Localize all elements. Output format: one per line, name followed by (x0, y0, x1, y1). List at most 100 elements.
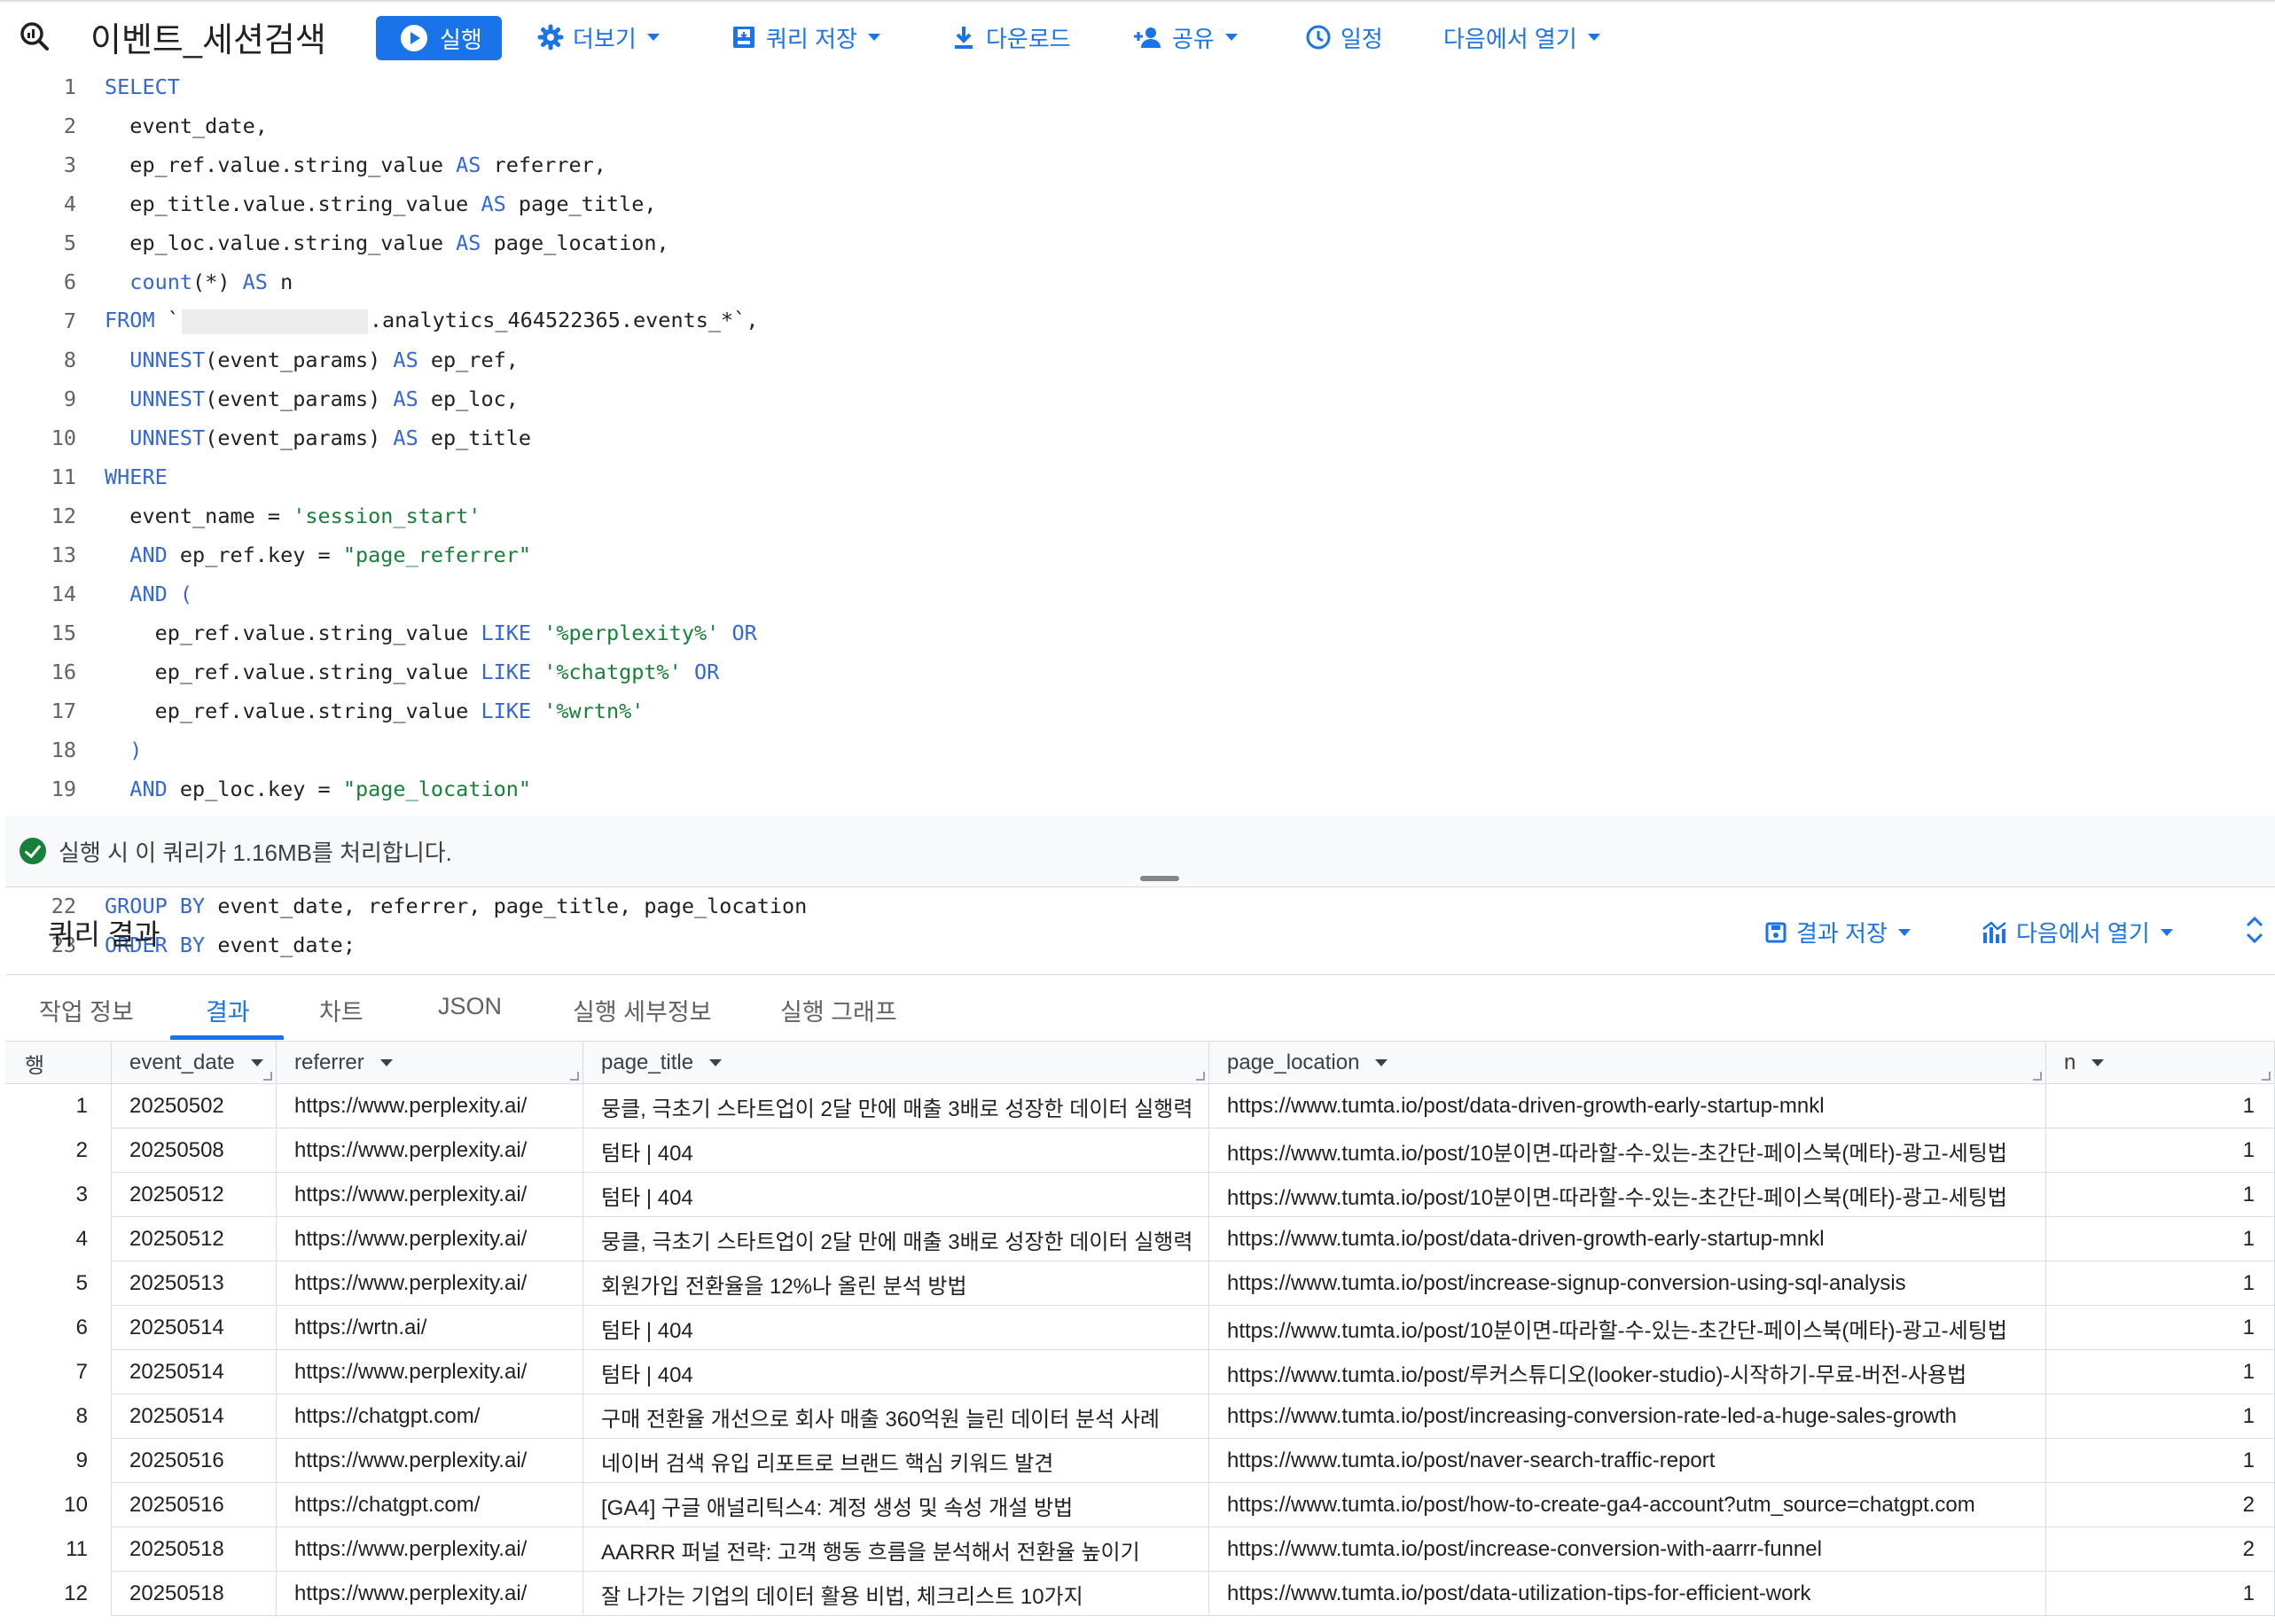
save-results-button[interactable]: 결과 저장 (1764, 916, 1911, 949)
cell-event-date[interactable]: 20250514 (112, 1350, 277, 1394)
table-row[interactable]: 1 20250502 https://www.perplexity.ai/뭉클, 극… (5, 1084, 2275, 1128)
run-button[interactable]: 실행 (376, 16, 502, 60)
cell-referrer[interactable]: https://www.perplexity.ai/ (277, 1261, 583, 1306)
sql-editor[interactable]: 1 SELECT 2 event_date, 3 ep_ref.value.strin… (5, 67, 2275, 957)
cell-page-title[interactable]: 텀타 | 404 (583, 1173, 1209, 1217)
code-line[interactable]: 17 ep_ref.value.string_value LIKE '%wrtn… (5, 695, 2275, 727)
table-row[interactable]: 4 20250512 https://www.perplexity.ai/뭉클, 극… (5, 1217, 2275, 1261)
code-line[interactable]: 8 UNNEST(event_params) AS ep_ref, (5, 344, 2275, 376)
code-line[interactable]: 6 count(*) AS n (5, 266, 2275, 298)
cell-page-title[interactable]: 구매 전환율 개선으로 회사 매출 360억원 늘린 데이터 분석 사례 (583, 1394, 1209, 1439)
cell-event-date[interactable]: 20250516 (112, 1483, 277, 1527)
results-open-in-button[interactable]: 다음에서 열기 (1981, 916, 2173, 949)
cell-referrer[interactable]: https://www.perplexity.ai/ (277, 1350, 583, 1394)
code-line[interactable]: 15 ep_ref.value.string_value LIKE '%perp… (5, 617, 2275, 649)
panel-resize-handle[interactable] (1140, 876, 1179, 881)
column-header-referrer[interactable]: referrer (277, 1042, 583, 1084)
cell-referrer[interactable]: https://www.perplexity.ai/ (277, 1128, 583, 1173)
cell-page-title[interactable]: AARRR 퍼널 전략: 고객 행동 흐름을 분석해서 전환율 높이기 (583, 1527, 1209, 1572)
cell-page-location[interactable]: https://www.tumta.io/post/increase-conve… (1209, 1527, 2046, 1572)
cell-page-title[interactable]: 네이버 검색 유입 리포트로 브랜드 핵심 키워드 발견 (583, 1439, 1209, 1483)
cell-n[interactable]: 2 (2046, 1527, 2275, 1572)
code-line[interactable]: 18 ) (5, 734, 2275, 766)
cell-page-location[interactable]: https://www.tumta.io/post/how-to-create-… (1209, 1483, 2046, 1527)
cell-referrer[interactable]: https://wrtn.ai/ (277, 1306, 583, 1350)
open-in-button[interactable]: 다음에서 열기 (1443, 20, 1600, 55)
cell-n[interactable]: 1 (2046, 1173, 2275, 1217)
tab-0[interactable]: 작업 정보 (39, 993, 134, 1027)
save-query-button[interactable]: 쿼리 저장 (731, 20, 880, 55)
column-header-event-date[interactable]: event_date (112, 1042, 277, 1084)
cell-n[interactable]: 1 (2046, 1572, 2275, 1616)
sort-caret-icon[interactable] (250, 1059, 263, 1066)
cell-event-date[interactable]: 20250518 (112, 1572, 277, 1616)
cell-page-title[interactable]: 텀타 | 404 (583, 1350, 1209, 1394)
column-resize-handle[interactable] (2033, 1072, 2042, 1081)
cell-page-location[interactable]: https://www.tumta.io/post/10분이면-따라할-수-있는… (1209, 1173, 2046, 1217)
cell-n[interactable]: 2 (2046, 1483, 2275, 1527)
cell-event-date[interactable]: 20250514 (112, 1306, 277, 1350)
column-header-page-title[interactable]: page_title (583, 1042, 1209, 1084)
cell-n[interactable]: 1 (2046, 1217, 2275, 1261)
table-row[interactable]: 10 20250516 https://chatgpt.com/[GA4] 구글 애… (5, 1483, 2275, 1527)
cell-referrer[interactable]: https://www.perplexity.ai/ (277, 1217, 583, 1261)
tab-5[interactable]: 실행 그래프 (780, 993, 897, 1027)
cell-page-title[interactable]: 회원가입 전환율을 12%나 올린 분석 방법 (583, 1261, 1209, 1306)
download-button[interactable]: 다운로드 (950, 20, 1071, 55)
sort-caret-icon[interactable] (2091, 1059, 2105, 1066)
cell-event-date[interactable]: 20250508 (112, 1128, 277, 1173)
table-row[interactable]: 8 20250514 https://chatgpt.com/구매 전환율 개선으로… (5, 1394, 2275, 1439)
table-row[interactable]: 9 20250516 https://www.perplexity.ai/네이버 검… (5, 1439, 2275, 1483)
cell-referrer[interactable]: https://www.perplexity.ai/ (277, 1439, 583, 1483)
cell-n[interactable]: 1 (2046, 1394, 2275, 1439)
expand-icon[interactable] (2243, 914, 2266, 946)
table-row[interactable]: 7 20250514 https://www.perplexity.ai/텀타 | … (5, 1350, 2275, 1394)
cell-n[interactable]: 1 (2046, 1261, 2275, 1306)
code-line[interactable]: 13 AND ep_ref.key = "page_referrer" (5, 539, 2275, 571)
cell-n[interactable]: 1 (2046, 1306, 2275, 1350)
cell-referrer[interactable]: https://www.perplexity.ai/ (277, 1173, 583, 1217)
code-line[interactable]: 19 AND ep_loc.key = "page_location" (5, 773, 2275, 805)
query-tab-title[interactable]: 이벤트_세션검색 (90, 12, 326, 61)
cell-n[interactable]: 1 (2046, 1084, 2275, 1128)
cell-n[interactable]: 1 (2046, 1128, 2275, 1173)
tab-3[interactable]: JSON (438, 993, 502, 1020)
cell-page-title[interactable]: 잘 나가는 기업의 데이터 활용 비법, 체크리스트 10가지 (583, 1572, 1209, 1616)
sort-caret-icon[interactable] (1375, 1059, 1388, 1066)
code-line[interactable]: 7 FROM ` .analytics_464522365.events_*`, (5, 305, 2275, 337)
cell-page-location[interactable]: https://www.tumta.io/post/루커스튜디오(looker-… (1209, 1350, 2046, 1394)
cell-event-date[interactable]: 20250502 (112, 1084, 277, 1128)
cell-event-date[interactable]: 20250516 (112, 1439, 277, 1483)
cell-page-location[interactable]: https://www.tumta.io/post/data-driven-gr… (1209, 1217, 2046, 1261)
column-resize-handle[interactable] (2262, 1072, 2271, 1081)
cell-page-title[interactable]: 텀타 | 404 (583, 1128, 1209, 1173)
tab-2[interactable]: 차트 (319, 993, 364, 1027)
table-row[interactable]: 6 20250514 https://wrtn.ai/텀타 | 404 https:/… (5, 1306, 2275, 1350)
code-line[interactable]: 5 ep_loc.value.string_value AS page_loca… (5, 227, 2275, 259)
cell-n[interactable]: 1 (2046, 1439, 2275, 1483)
more-button[interactable]: 더보기 (537, 20, 660, 55)
cell-event-date[interactable]: 20250514 (112, 1394, 277, 1439)
cell-page-location[interactable]: https://www.tumta.io/post/increasing-con… (1209, 1394, 2046, 1439)
column-header-page-location[interactable]: page_location (1209, 1042, 2046, 1084)
schedule-button[interactable]: 일정 (1305, 20, 1383, 55)
cell-page-location[interactable]: https://www.tumta.io/post/increase-signu… (1209, 1261, 2046, 1306)
column-header-n[interactable]: n (2046, 1042, 2275, 1084)
table-row[interactable]: 5 20250513 https://www.perplexity.ai/회원가입 … (5, 1261, 2275, 1306)
cell-page-title[interactable]: 텀타 | 404 (583, 1306, 1209, 1350)
table-row[interactable]: 12 20250518 https://www.perplexity.ai/잘 나가… (5, 1572, 2275, 1616)
cell-referrer[interactable]: https://www.perplexity.ai/ (277, 1527, 583, 1572)
cell-page-location[interactable]: https://www.tumta.io/post/data-driven-gr… (1209, 1084, 2046, 1128)
column-resize-handle[interactable] (263, 1072, 272, 1081)
tab-4[interactable]: 실행 세부정보 (573, 993, 712, 1027)
column-resize-handle[interactable] (1196, 1072, 1205, 1081)
code-line[interactable]: 9 UNNEST(event_params) AS ep_loc, (5, 383, 2275, 415)
code-line[interactable]: 16 ep_ref.value.string_value LIKE '%chat… (5, 656, 2275, 688)
tab-1[interactable]: 결과 (206, 993, 250, 1027)
cell-referrer[interactable]: https://chatgpt.com/ (277, 1394, 583, 1439)
column-resize-handle[interactable] (570, 1072, 579, 1081)
cell-page-title[interactable]: 뭉클, 극초기 스타트업이 2달 만에 매출 3배로 성장한 데이터 실행력 (583, 1084, 1209, 1128)
code-line[interactable]: 4 ep_title.value.string_value AS page_ti… (5, 188, 2275, 220)
cell-event-date[interactable]: 20250512 (112, 1173, 277, 1217)
cell-page-location[interactable]: https://www.tumta.io/post/naver-search-t… (1209, 1439, 2046, 1483)
